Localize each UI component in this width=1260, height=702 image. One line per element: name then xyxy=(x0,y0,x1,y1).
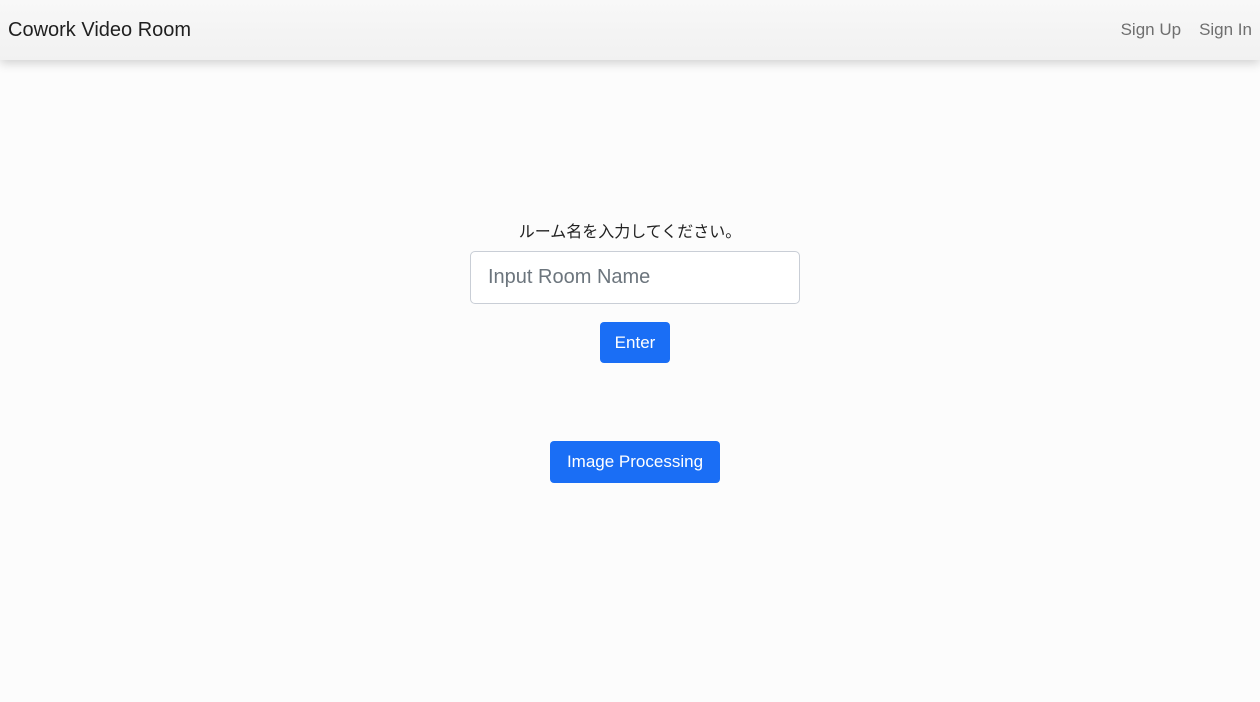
brand-link[interactable]: Cowork Video Room xyxy=(8,19,191,42)
navbar: Cowork Video Room Sign Up Sign In xyxy=(0,0,1260,60)
room-name-input[interactable] xyxy=(470,251,800,304)
room-name-prompt: ルーム名を入力してください。 xyxy=(518,222,742,241)
sign-up-link[interactable]: Sign Up xyxy=(1121,20,1181,40)
image-processing-button[interactable]: Image Processing xyxy=(550,441,720,483)
enter-button[interactable]: Enter xyxy=(600,322,670,363)
page: Cowork Video Room Sign Up Sign In ルーム名を入… xyxy=(0,0,1260,702)
sign-in-link[interactable]: Sign In xyxy=(1199,20,1252,40)
nav-links: Sign Up Sign In xyxy=(1121,20,1252,40)
